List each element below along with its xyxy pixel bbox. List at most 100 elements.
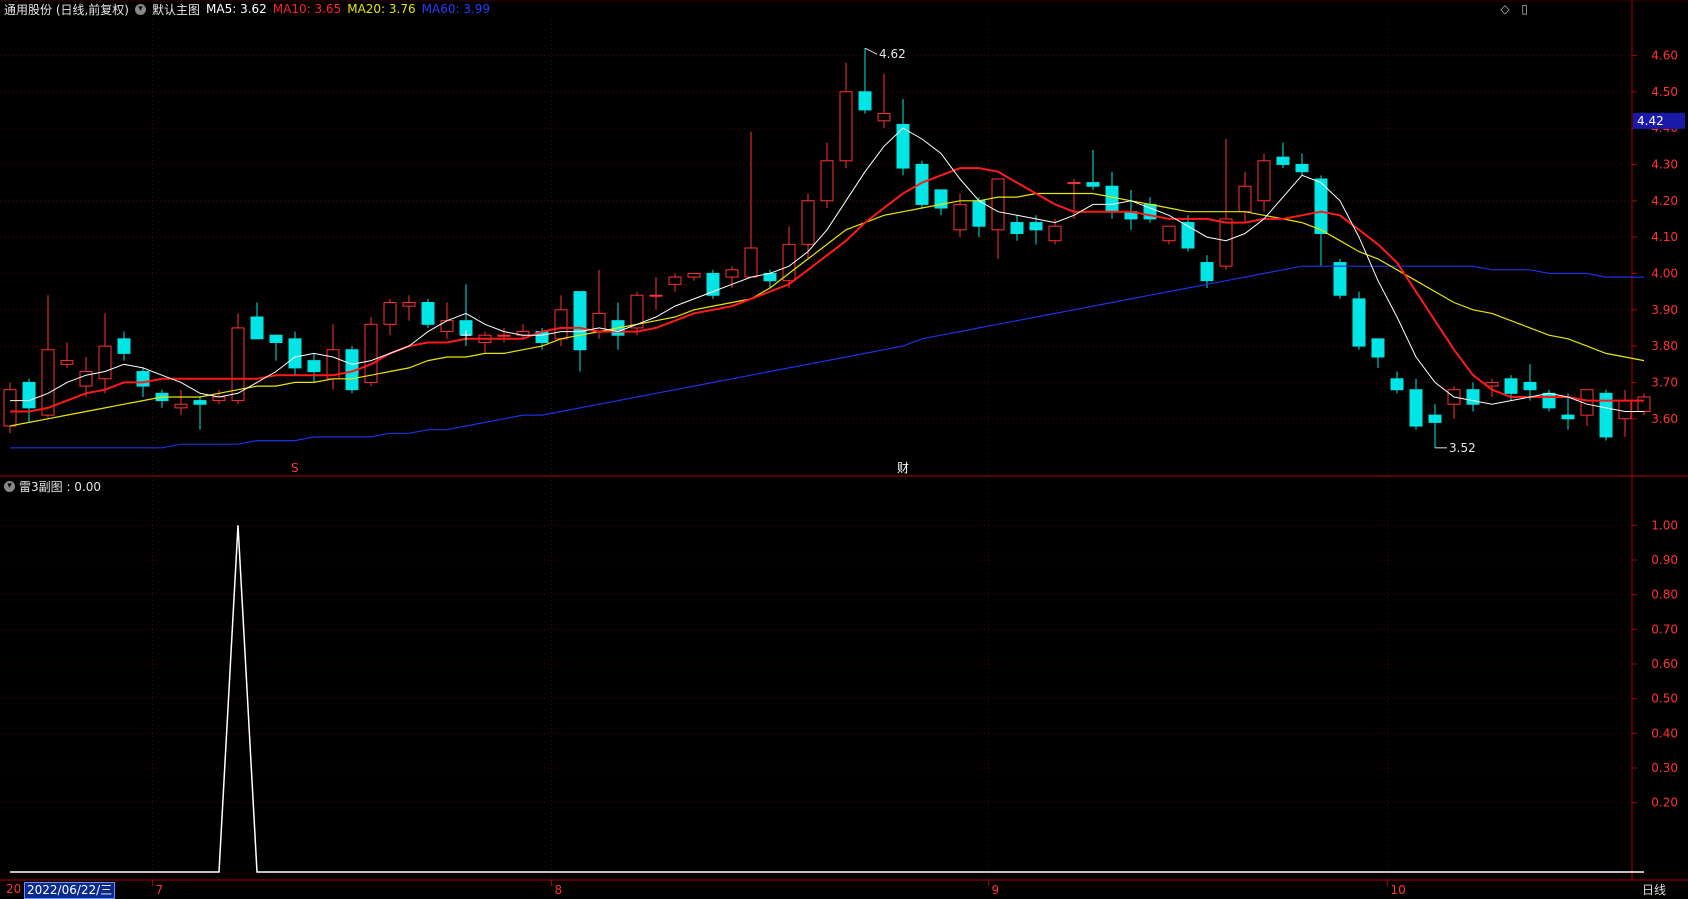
candle-up[interactable] <box>877 113 891 122</box>
main-ytick-label: 4.20 <box>1651 194 1678 208</box>
main-ytick-label: 4.50 <box>1651 85 1678 99</box>
stock-title: 通用股份 (日线,前复权) <box>4 2 129 17</box>
sub-chart-header: ▾ 雷3副图 : 0.00 <box>4 478 101 495</box>
ma60-line <box>10 265 1644 449</box>
candle-down[interactable] <box>1523 381 1537 391</box>
candle-up[interactable] <box>820 160 834 202</box>
ma60-label: MA60: 3.99 <box>421 2 491 16</box>
candle-down[interactable] <box>250 316 264 340</box>
candle-down[interactable] <box>1428 414 1442 423</box>
candle-up[interactable] <box>725 269 739 278</box>
sub-ytick-label: 1.00 <box>1651 518 1678 532</box>
ma20-line <box>9 192 1645 427</box>
candle-up[interactable] <box>554 309 568 340</box>
candle-down[interactable] <box>858 91 872 111</box>
year-stub: 20 <box>6 882 22 896</box>
crosshair-date-label: 2022/06/22/三 <box>24 882 116 899</box>
candle-down[interactable] <box>117 338 131 354</box>
candle-up[interactable] <box>98 345 112 380</box>
candle-up[interactable] <box>1067 182 1081 185</box>
candle-up[interactable] <box>212 396 226 402</box>
sub-ytick-label: 0.70 <box>1651 622 1678 636</box>
candle-down[interactable] <box>269 334 283 343</box>
candle-down[interactable] <box>136 371 150 387</box>
window-controls: ◇ ▯ <box>1492 2 1528 16</box>
candle-down[interactable] <box>1561 414 1575 420</box>
candle-down[interactable] <box>22 381 36 409</box>
event-marker-s: S <box>291 461 299 475</box>
candle-up[interactable] <box>497 334 511 337</box>
main-chart-header: 通用股份 (日线,前复权) ▾ 默认主图 MA5: 3.62 MA10: 3.6… <box>4 1 496 17</box>
candle-down[interactable] <box>1352 298 1366 347</box>
kline-chart-canvas[interactable]: 3.603.703.803.904.004.104.204.304.404.50… <box>0 0 1688 899</box>
sub-ytick-label: 0.90 <box>1651 553 1678 567</box>
current-price-label: 4.42 <box>1637 114 1664 128</box>
candle-up[interactable] <box>1257 160 1271 202</box>
candle-down[interactable] <box>1295 163 1309 173</box>
window-icon[interactable]: ▯ <box>1521 2 1528 16</box>
candle-up[interactable] <box>1219 218 1233 267</box>
candle-up[interactable] <box>991 178 1005 231</box>
ma5-label: MA5: 3.62 <box>206 2 267 16</box>
month-label: 8 <box>555 883 563 897</box>
candle-up[interactable] <box>649 294 663 297</box>
candle-up[interactable] <box>953 203 967 231</box>
candle-up[interactable] <box>364 323 378 383</box>
candle-up[interactable] <box>744 247 758 278</box>
candle-down[interactable] <box>1010 222 1024 234</box>
candle-up[interactable] <box>839 91 853 162</box>
chart-settings-icon[interactable]: ▾ <box>135 3 146 15</box>
period-tab-daily[interactable]: 日线 <box>1642 881 1666 898</box>
candle-down[interactable] <box>1504 378 1518 394</box>
candle-down[interactable] <box>1029 222 1043 231</box>
candle-down[interactable] <box>1390 378 1404 391</box>
candle-up[interactable] <box>383 302 397 325</box>
sub-chart-settings-icon[interactable]: ▾ <box>4 481 15 492</box>
main-chart-label[interactable]: 默认主图 <box>152 1 200 18</box>
sub-chart-title: 雷3副图 : 0.00 <box>19 480 102 494</box>
main-ytick-label: 3.60 <box>1651 412 1678 426</box>
candle-down[interactable] <box>1200 262 1214 282</box>
candle-down[interactable] <box>1333 262 1347 296</box>
candle-up[interactable] <box>1637 396 1651 413</box>
candle-down[interactable] <box>1105 185 1119 213</box>
candle-down[interactable] <box>1409 389 1423 427</box>
low-price-label: 3.52 <box>1449 441 1476 455</box>
candle-down[interactable] <box>288 338 302 369</box>
candle-down[interactable] <box>1542 392 1556 409</box>
sub-ytick-label: 0.40 <box>1651 726 1678 740</box>
candle-down[interactable] <box>972 200 986 227</box>
candle-up[interactable] <box>1048 225 1062 242</box>
main-ytick-label: 3.80 <box>1651 339 1678 353</box>
main-ytick-label: 4.00 <box>1651 266 1678 280</box>
candle-up[interactable] <box>3 389 17 427</box>
candle-up[interactable] <box>440 320 454 333</box>
candle-up[interactable] <box>174 403 188 409</box>
main-ytick-label: 4.10 <box>1651 230 1678 244</box>
month-label: 10 <box>1391 883 1406 897</box>
candle-up[interactable] <box>801 200 815 245</box>
candle-down[interactable] <box>1371 338 1385 358</box>
ma20-label: MA20: 3.76 <box>347 2 416 16</box>
sub-ytick-label: 0.30 <box>1651 761 1678 775</box>
candle-up[interactable] <box>79 371 93 387</box>
month-label: 9 <box>992 883 1000 897</box>
candle-down[interactable] <box>1086 182 1100 187</box>
high-pointer <box>864 47 878 55</box>
candle-up[interactable] <box>1162 225 1176 242</box>
candle-down[interactable] <box>421 302 435 325</box>
candle-up[interactable] <box>687 272 701 278</box>
candle-down[interactable] <box>193 400 207 405</box>
candle-down[interactable] <box>573 291 587 351</box>
candle-up[interactable] <box>402 302 416 307</box>
main-ytick-label: 4.60 <box>1651 48 1678 62</box>
candle-down[interactable] <box>1466 389 1480 405</box>
candle-down[interactable] <box>307 360 321 373</box>
candle-up[interactable] <box>1618 400 1632 420</box>
candle-down[interactable] <box>1276 156 1290 165</box>
candle-up[interactable] <box>60 360 74 365</box>
main-ytick-label: 4.30 <box>1651 157 1678 171</box>
candle-up[interactable] <box>1238 185 1252 213</box>
restore-icon[interactable]: ◇ <box>1500 2 1509 16</box>
candle-up[interactable] <box>668 276 682 285</box>
